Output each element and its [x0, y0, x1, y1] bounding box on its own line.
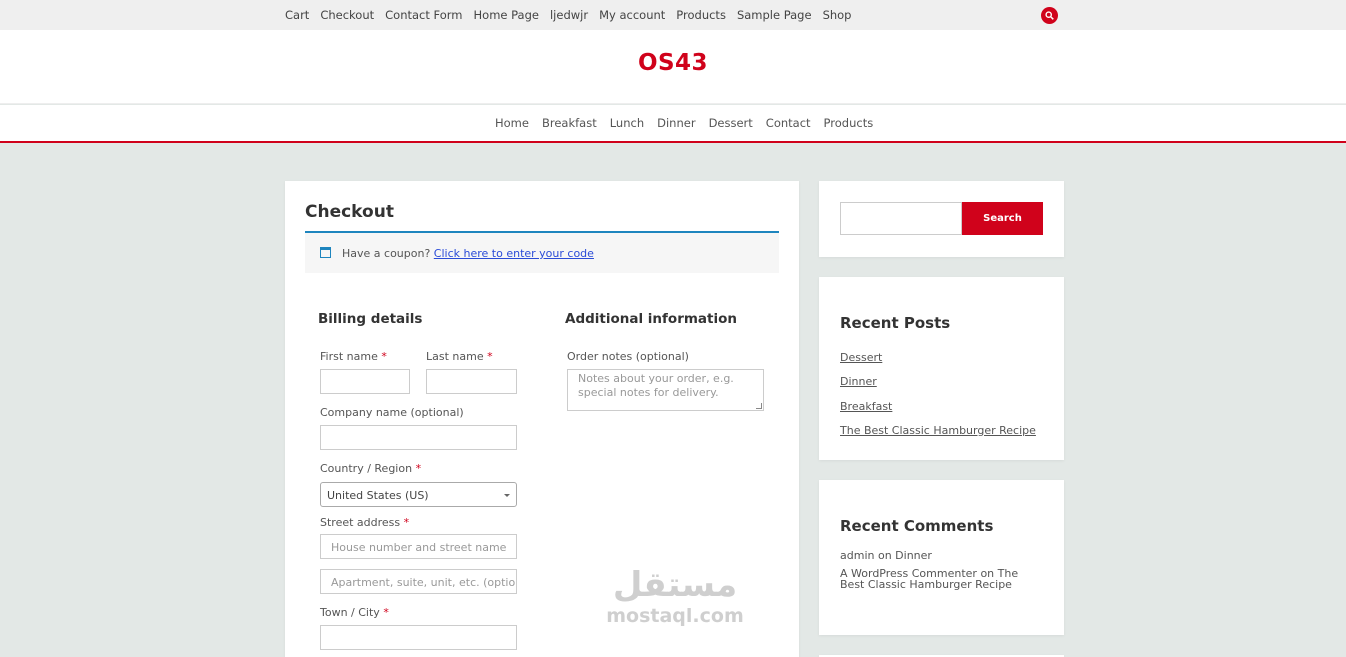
coupon-notice: Have a coupon? Click here to enter your … — [305, 233, 779, 273]
coupon-link[interactable]: Click here to enter your code — [434, 247, 594, 260]
last-name-input[interactable] — [426, 369, 517, 394]
city-label: Town / City * — [320, 606, 389, 619]
main-nav-dessert[interactable]: Dessert — [709, 116, 753, 130]
site-header: OS43 — [0, 30, 1346, 104]
watermark-latin: mostaql.com — [606, 605, 744, 627]
first-name-label: First name * — [320, 350, 387, 363]
street-input[interactable]: House number and street name — [320, 534, 517, 559]
site-logo[interactable]: OS43 — [0, 50, 1346, 76]
order-notes-label: Order notes (optional) — [567, 350, 689, 363]
main-nav-home[interactable]: Home — [495, 116, 529, 130]
main-nav-breakfast[interactable]: Breakfast — [542, 116, 597, 130]
search-widget: Search — [819, 181, 1064, 257]
main-nav-contact[interactable]: Contact — [766, 116, 811, 130]
city-input[interactable] — [320, 625, 517, 650]
top-nav-my-account[interactable]: My account — [599, 8, 665, 22]
comment-author[interactable]: admin — [840, 549, 874, 562]
top-nav-sample-page[interactable]: Sample Page — [737, 8, 812, 22]
page-title: Checkout — [305, 202, 394, 222]
country-select[interactable]: United States (US) — [320, 482, 517, 507]
sidebar-search-input[interactable] — [840, 202, 962, 235]
country-label: Country / Region * — [320, 462, 422, 475]
top-nav-cart[interactable]: Cart — [285, 8, 309, 22]
comment-item: admin on Dinner — [840, 549, 932, 562]
top-nav-home-page[interactable]: Home Page — [474, 8, 539, 22]
top-nav-checkout[interactable]: Checkout — [320, 8, 374, 22]
recent-post-link[interactable]: Dinner — [840, 375, 877, 388]
recent-posts-title: Recent Posts — [840, 314, 951, 332]
additional-title: Additional information — [565, 311, 737, 327]
top-nav-shop[interactable]: Shop — [823, 8, 852, 22]
top-bar: Cart Checkout Contact Form Home Page lje… — [0, 0, 1346, 30]
top-nav-products[interactable]: Products — [676, 8, 726, 22]
country-value: United States (US) — [327, 489, 429, 502]
comment-post-link[interactable]: Dinner — [895, 549, 932, 562]
main-nav-products[interactable]: Products — [824, 116, 874, 130]
watermark: مستقل mostaql.com — [590, 565, 760, 627]
top-nav: Cart Checkout Contact Form Home Page lje… — [285, 8, 863, 22]
apartment-input[interactable]: Apartment, suite, unit, etc. (optional) — [320, 569, 517, 594]
company-label: Company name (optional) — [320, 406, 464, 419]
top-nav-ljedwjr[interactable]: ljedwjr — [550, 8, 588, 22]
main-nav-lunch[interactable]: Lunch — [610, 116, 644, 130]
company-input[interactable] — [320, 425, 517, 450]
billing-title: Billing details — [318, 311, 423, 327]
coupon-text: Have a coupon? — [342, 247, 431, 260]
resize-handle-icon[interactable] — [756, 403, 762, 409]
main-nav-dinner[interactable]: Dinner — [657, 116, 695, 130]
main-nav: Home Breakfast Lunch Dinner Dessert Cont… — [0, 105, 1346, 143]
chevron-down-icon — [504, 494, 510, 497]
search-icon[interactable] — [1041, 7, 1058, 24]
watermark-arabic: مستقل — [612, 565, 738, 605]
street-label: Street address * — [320, 516, 410, 529]
recent-comments-widget: Recent Comments admin on Dinner A WordPr… — [819, 480, 1064, 635]
comment-item: A WordPress Commenter on The Best Classi… — [840, 567, 1019, 591]
first-name-input[interactable] — [320, 369, 410, 394]
calendar-icon — [320, 247, 331, 258]
order-notes-placeholder: Notes about your order, e.g. special not… — [578, 372, 734, 399]
recent-post-link[interactable]: Breakfast — [840, 400, 892, 413]
recent-posts-widget: Recent Posts Dessert Dinner Breakfast Th… — [819, 277, 1064, 460]
order-notes-textarea[interactable]: Notes about your order, e.g. special not… — [567, 369, 764, 411]
recent-comments-title: Recent Comments — [840, 517, 994, 535]
sidebar-search-button[interactable]: Search — [962, 202, 1043, 235]
recent-post-link[interactable]: Dessert — [840, 351, 882, 364]
last-name-label: Last name * — [426, 350, 493, 363]
top-nav-contact-form[interactable]: Contact Form — [385, 8, 462, 22]
recent-post-link[interactable]: The Best Classic Hamburger Recipe — [840, 424, 1036, 437]
